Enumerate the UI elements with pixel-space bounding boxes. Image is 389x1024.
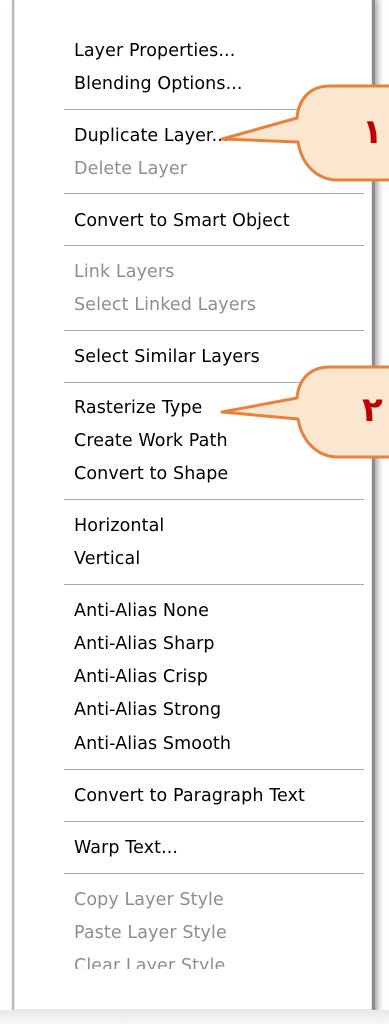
menu-item-horizontal[interactable]: Horizontal	[74, 515, 164, 537]
callout-2-number: ٢	[362, 390, 383, 430]
menu-separator	[64, 821, 364, 823]
menu-item-paste-layer-style[interactable]: Paste Layer Style	[74, 922, 227, 944]
menu-separator	[64, 584, 364, 586]
menu-separator	[64, 873, 364, 875]
callout-2-shape	[220, 365, 389, 459]
menu-item-copy-layer-style[interactable]: Copy Layer Style	[74, 889, 224, 911]
menu-item-clear-layer-style[interactable]: Clear Layer Style	[74, 955, 225, 969]
menu-item-anti-alias-sharp[interactable]: Anti-Alias Sharp	[74, 633, 215, 655]
menu-item-convert-paragraph-text[interactable]: Convert to Paragraph Text	[74, 785, 305, 807]
menu-item-anti-alias-none[interactable]: Anti-Alias None	[74, 600, 209, 622]
menu-item-warp-text[interactable]: Warp Text...	[74, 837, 178, 859]
menu-separator	[64, 769, 364, 771]
menu-item-vertical[interactable]: Vertical	[74, 548, 140, 570]
menu-item-anti-alias-strong[interactable]: Anti-Alias Strong	[74, 699, 221, 721]
callout-2: ٢	[0, 0, 389, 500]
menu-item-anti-alias-smooth[interactable]: Anti-Alias Smooth	[74, 733, 231, 755]
menu-item-anti-alias-crisp[interactable]: Anti-Alias Crisp	[74, 666, 208, 688]
bottom-shadow	[0, 1010, 389, 1024]
